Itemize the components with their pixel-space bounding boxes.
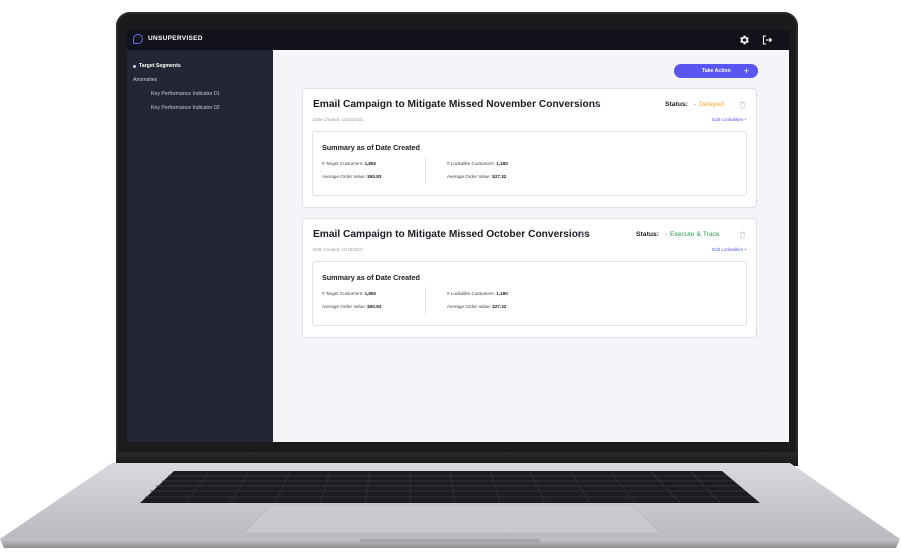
status-label: Status: bbox=[665, 101, 689, 108]
lookalike-customers-metric: # Lookalike Customers: 1,180 bbox=[447, 161, 508, 166]
edit-lookalikes-link[interactable]: Edit Lookalikes + bbox=[712, 247, 747, 252]
campaign-title: Email Campaign to Mitigate Missed Octobe… bbox=[313, 229, 590, 240]
target-customers-metric: # Target Customers: 1,892 bbox=[322, 291, 377, 296]
trash-icon[interactable] bbox=[739, 231, 746, 239]
app-screen: UNSUPERVISED Target Segments Anomalies K… bbox=[127, 30, 789, 442]
status-label: Status: bbox=[636, 231, 660, 238]
pencil-icon[interactable] bbox=[579, 231, 586, 238]
average-order-value-metric: Average Order Value: $50.83 bbox=[322, 174, 382, 179]
target-customers-metric: # Target Customers: 1,892 bbox=[322, 161, 377, 166]
average-order-value-metric: Average Order Value: $50.83 bbox=[322, 304, 382, 309]
chevron-down-icon[interactable]: ⌄ bbox=[664, 231, 668, 237]
lookalike-customers-metric: # Lookalike Customers: 1,180 bbox=[447, 291, 508, 296]
sidebar-item-target-segments[interactable]: Target Segments bbox=[139, 63, 181, 69]
lookalike-average-order-value-metric: Average Order Value: $27.32 bbox=[447, 174, 507, 179]
gear-icon[interactable] bbox=[738, 34, 750, 46]
sidebar-item-kpi-01[interactable]: Key Performance Indicator 01 bbox=[151, 91, 220, 97]
summary-title: Summary as of Date Created bbox=[322, 273, 420, 282]
date-created: Date Created: 12/15/2021 bbox=[313, 117, 364, 122]
pencil-icon[interactable] bbox=[594, 101, 601, 108]
main-content: Take Action + Email Campaign to Mitigate… bbox=[273, 50, 789, 442]
brand-logo-icon bbox=[133, 34, 143, 44]
top-bar: UNSUPERVISED bbox=[127, 30, 789, 50]
status-dropdown[interactable]: Delayed bbox=[699, 101, 724, 108]
campaign-card: Email Campaign to Mitigate Missed Octobe… bbox=[302, 218, 757, 338]
status-dropdown[interactable]: Execute & Track bbox=[670, 231, 720, 238]
date-created: Date Created: 11/15/2021 bbox=[313, 247, 364, 252]
summary-divider bbox=[425, 287, 426, 314]
sidebar-item-anomalies[interactable]: Anomalies bbox=[133, 77, 157, 83]
plus-icon: + bbox=[743, 66, 749, 76]
brand-name: UNSUPERVISED bbox=[148, 35, 203, 42]
summary-panel: Summary as of Date Created # Target Cust… bbox=[312, 261, 747, 326]
take-action-label: Take Action bbox=[702, 68, 731, 74]
chevron-down-icon[interactable]: ⌄ bbox=[693, 101, 697, 107]
campaign-title: Email Campaign to Mitigate Missed Novemb… bbox=[313, 99, 601, 110]
trash-icon[interactable] bbox=[739, 101, 746, 109]
summary-panel: Summary as of Date Created # Target Cust… bbox=[312, 131, 747, 196]
sidebar: Target Segments Anomalies Key Performanc… bbox=[127, 50, 273, 442]
campaign-card: Email Campaign to Mitigate Missed Novemb… bbox=[302, 88, 757, 208]
edit-lookalikes-link[interactable]: Edit Lookalikes + bbox=[712, 117, 747, 122]
summary-divider bbox=[425, 157, 426, 184]
logout-icon[interactable] bbox=[761, 34, 773, 46]
summary-title: Summary as of Date Created bbox=[322, 143, 420, 152]
sidebar-item-kpi-02[interactable]: Key Performance Indicator 02 bbox=[151, 105, 220, 111]
laptop-keyboard-base bbox=[0, 463, 900, 548]
take-action-button[interactable]: Take Action + bbox=[674, 64, 758, 78]
active-indicator-dot bbox=[133, 65, 136, 68]
lookalike-average-order-value-metric: Average Order Value: $27.32 bbox=[447, 304, 507, 309]
